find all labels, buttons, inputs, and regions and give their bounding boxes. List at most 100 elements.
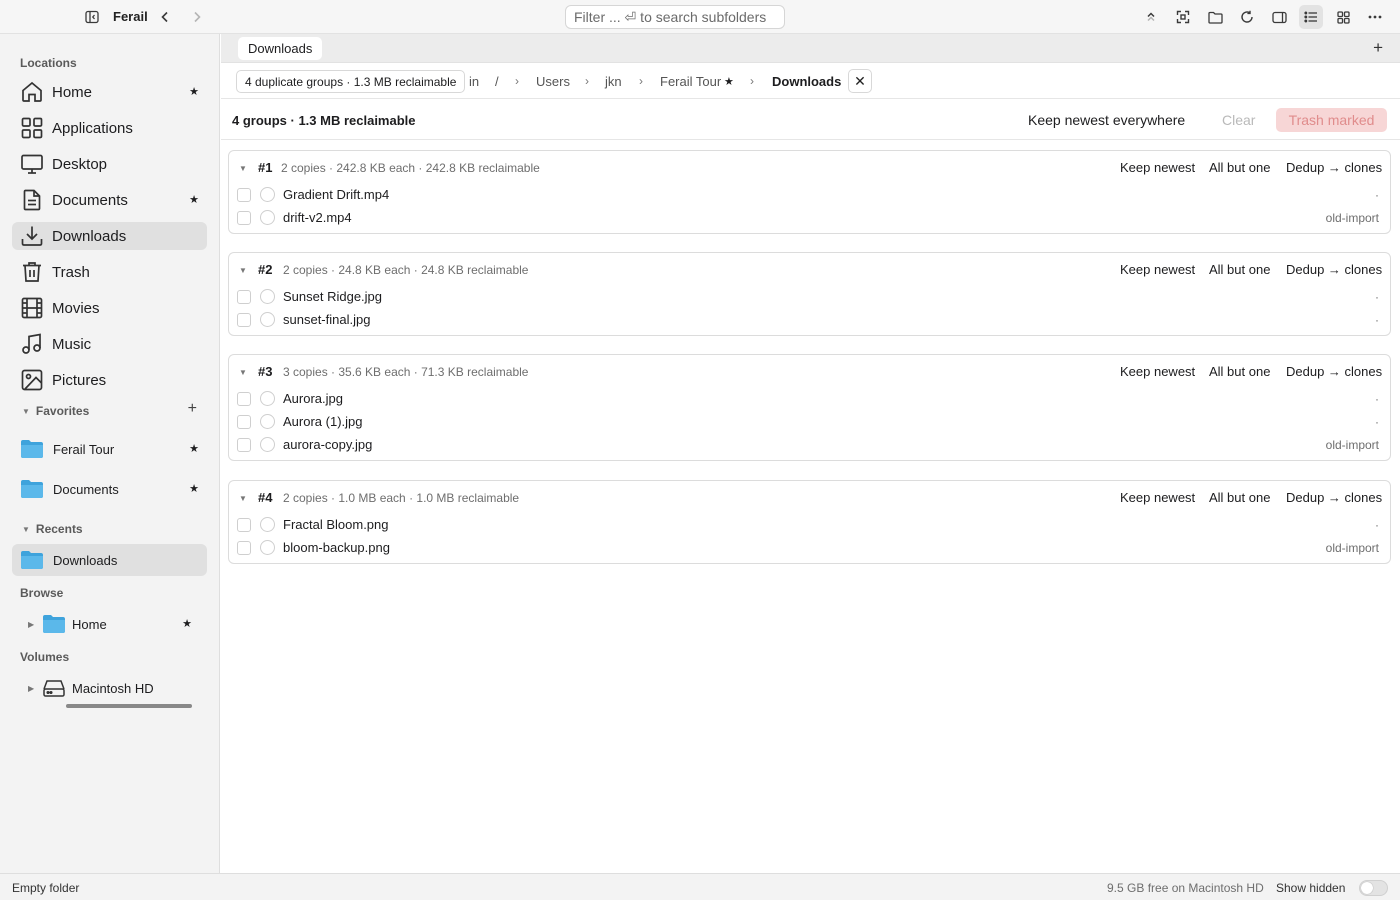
more-icon[interactable]	[1363, 5, 1387, 29]
file-row[interactable]: aurora-copy.jpg old-import	[229, 433, 1390, 456]
file-row[interactable]: Aurora.jpg ·	[229, 387, 1390, 410]
keep-radio[interactable]	[260, 289, 275, 304]
mark-checkbox[interactable]	[237, 438, 251, 452]
favorites-header[interactable]: ▼ Favorites	[22, 404, 89, 418]
group-number: #1	[258, 160, 273, 175]
list-view-icon[interactable]	[1299, 5, 1323, 29]
dedup-clones-button[interactable]: Dedup → clones	[1286, 262, 1382, 277]
breadcrumb-users[interactable]: Users	[536, 74, 570, 89]
keep-radio[interactable]	[260, 437, 275, 452]
keep-newest-button[interactable]: Keep newest	[1120, 490, 1195, 505]
star-icon[interactable]: ★	[189, 442, 199, 455]
file-row[interactable]: bloom-backup.png old-import	[229, 536, 1390, 559]
breadcrumb-jkn[interactable]: jkn	[605, 74, 622, 89]
sidebar-item-applications[interactable]: Applications	[12, 114, 207, 142]
file-row[interactable]: Sunset Ridge.jpg ·	[229, 285, 1390, 308]
star-icon[interactable]: ★	[189, 482, 199, 495]
sidebar-item-downloads[interactable]: Downloads	[12, 222, 207, 250]
keep-radio[interactable]	[260, 540, 275, 555]
add-favorite-button[interactable]: +	[188, 400, 197, 418]
chevron-right-icon[interactable]: ▶	[28, 620, 42, 629]
group-number: #4	[258, 490, 273, 505]
sidebar-horizontal-scrollbar[interactable]	[66, 704, 192, 708]
back-icon[interactable]	[153, 5, 177, 29]
chevron-right-icon[interactable]: ▶	[28, 684, 42, 693]
mark-checkbox[interactable]	[237, 313, 251, 327]
mark-checkbox[interactable]	[237, 188, 251, 202]
dedup-clones-button[interactable]: Dedup → clones	[1286, 160, 1382, 175]
sidebar-item-desktop[interactable]: Desktop	[12, 150, 207, 178]
duplicate-groups-pill[interactable]: 4 duplicate groups · 1.3 MB reclaimable	[236, 70, 466, 93]
all-but-one-button[interactable]: All but one	[1209, 364, 1270, 379]
sidebar-item-home[interactable]: Home ★	[12, 78, 207, 106]
sidebar-item-label: Documents	[52, 191, 128, 209]
dedup-clones-button[interactable]: Dedup → clones	[1286, 490, 1382, 505]
panel-icon[interactable]	[1267, 5, 1291, 29]
chevron-down-icon[interactable]: ▼	[239, 164, 247, 173]
sidebar-item-label: Downloads	[52, 227, 127, 245]
recents-header[interactable]: ▼ Recents	[22, 522, 83, 536]
mark-checkbox[interactable]	[237, 392, 251, 406]
keep-radio[interactable]	[260, 414, 275, 429]
clear-button[interactable]: Clear	[1222, 112, 1255, 128]
file-row[interactable]: Gradient Drift.mp4 ·	[229, 183, 1390, 206]
home-icon	[22, 81, 42, 102]
show-hidden-toggle[interactable]	[1359, 880, 1388, 896]
chevron-up-icon[interactable]	[1139, 5, 1163, 29]
keep-radio[interactable]	[260, 391, 275, 406]
sidebar-item-trash[interactable]: Trash	[12, 258, 207, 286]
forward-icon[interactable]	[185, 5, 209, 29]
sidebar-item-music[interactable]: Music	[12, 330, 207, 358]
close-filter-button[interactable]: ✕	[848, 69, 872, 93]
sidebar-item-documents[interactable]: Documents ★	[12, 186, 207, 214]
keep-radio[interactable]	[260, 517, 275, 532]
sidebar-item-pictures[interactable]: Pictures	[12, 366, 207, 394]
tab-downloads[interactable]: Downloads	[238, 37, 323, 60]
filter-input[interactable]	[565, 5, 785, 29]
mark-checkbox[interactable]	[237, 541, 251, 555]
keep-newest-button[interactable]: Keep newest	[1120, 262, 1195, 277]
all-but-one-button[interactable]: All but one	[1209, 160, 1270, 175]
expand-icon[interactable]	[1171, 5, 1195, 29]
new-tab-button[interactable]: +	[1373, 38, 1383, 58]
mark-checkbox[interactable]	[237, 290, 251, 304]
star-icon[interactable]: ★	[724, 75, 734, 88]
keep-newest-button[interactable]: Keep newest	[1120, 364, 1195, 379]
star-icon[interactable]: ★	[182, 617, 192, 630]
browse-item-home[interactable]: ▶ Home ★	[28, 612, 200, 636]
mark-checkbox[interactable]	[237, 211, 251, 225]
mark-checkbox[interactable]	[237, 415, 251, 429]
chevron-down-icon[interactable]: ▼	[239, 368, 247, 377]
sidebar-toggle-icon[interactable]	[80, 5, 104, 29]
keep-newest-button[interactable]: Keep newest	[1120, 160, 1195, 175]
star-icon[interactable]: ★	[189, 85, 199, 98]
file-row[interactable]: drift-v2.mp4 old-import	[229, 206, 1390, 229]
folder-icon[interactable]	[1203, 5, 1227, 29]
breadcrumb-root[interactable]: /	[495, 74, 499, 89]
dedup-clones-button[interactable]: Dedup → clones	[1286, 364, 1382, 379]
keep-radio[interactable]	[260, 187, 275, 202]
mark-checkbox[interactable]	[237, 518, 251, 532]
all-but-one-button[interactable]: All but one	[1209, 262, 1270, 277]
file-row[interactable]: sunset-final.jpg ·	[229, 308, 1390, 331]
star-icon[interactable]: ★	[189, 193, 199, 206]
sidebar-item-movies[interactable]: Movies	[12, 294, 207, 322]
file-row[interactable]: Aurora (1).jpg ·	[229, 410, 1390, 433]
favorite-item-documents[interactable]: Documents ★	[12, 473, 207, 505]
volume-item-macintosh-hd[interactable]: ▶ Macintosh HD	[28, 676, 200, 700]
grid-view-icon[interactable]	[1331, 5, 1355, 29]
breadcrumb-ferail-tour[interactable]: Ferail Tour	[660, 74, 721, 89]
file-tag: ·	[1375, 290, 1379, 304]
all-but-one-button[interactable]: All but one	[1209, 490, 1270, 505]
refresh-icon[interactable]	[1235, 5, 1259, 29]
file-row[interactable]: Fractal Bloom.png ·	[229, 513, 1390, 536]
keep-radio[interactable]	[260, 312, 275, 327]
keep-radio[interactable]	[260, 210, 275, 225]
recent-item-downloads[interactable]: Downloads	[12, 544, 207, 576]
sidebar-item-label: Movies	[52, 299, 100, 317]
trash-marked-button[interactable]: Trash marked	[1276, 108, 1387, 132]
chevron-down-icon[interactable]: ▼	[239, 494, 247, 503]
favorite-item-ferail-tour[interactable]: Ferail Tour ★	[12, 433, 207, 465]
keep-newest-everywhere-button[interactable]: Keep newest everywhere	[1028, 112, 1185, 128]
chevron-down-icon[interactable]: ▼	[239, 266, 247, 275]
